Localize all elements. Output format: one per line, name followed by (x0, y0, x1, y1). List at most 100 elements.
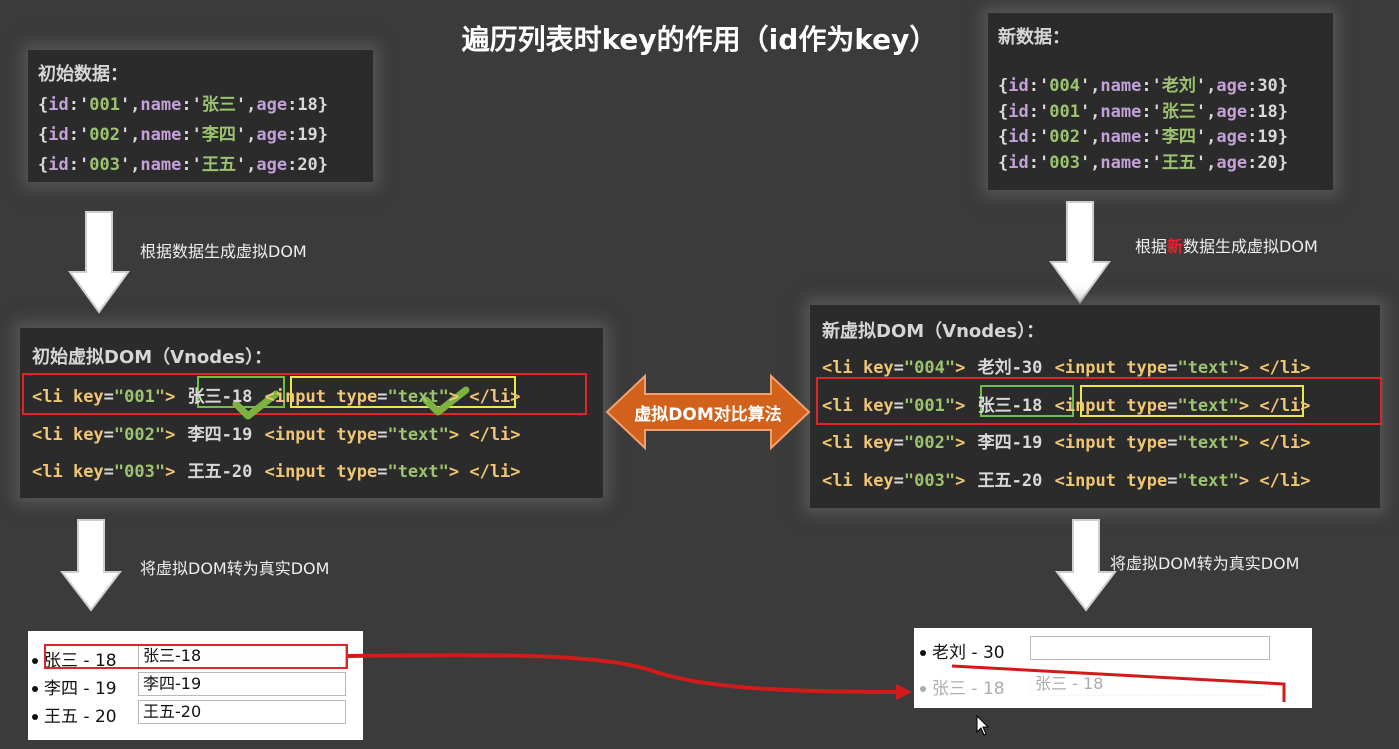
code-token: <li (32, 387, 73, 407)
data-object-line: {id:'004',name:'老刘',age:30} (998, 71, 1288, 96)
data-id: 003 (89, 155, 120, 175)
vnode-line: <li key="004"> 老刘-30 <input type="text">… (822, 353, 1311, 378)
code-token: = (893, 395, 904, 416)
code-token: " (944, 358, 956, 378)
code-token: > </li> (448, 424, 521, 445)
cursor-icon (976, 715, 990, 736)
text-input[interactable]: 李四-19 (138, 672, 346, 696)
code-token: " (903, 470, 915, 491)
code-token: :' (68, 125, 90, 145)
data-id: 002 (89, 125, 120, 145)
vnode-line: <li key="003"> 王五-20 <input type="text">… (822, 466, 1311, 491)
code-token: ', (1195, 127, 1217, 147)
code-token: > (955, 358, 976, 378)
down-arrow-icon (68, 211, 130, 314)
code-token: " (154, 424, 166, 445)
code-token: } (1277, 152, 1289, 173)
data-age: 18 (297, 95, 318, 115)
new-vdom-heading: 新虚拟DOM（Vnodes）： (822, 321, 1045, 342)
code-token: age (256, 155, 288, 175)
code-token: "text" (1177, 395, 1239, 416)
code-token: > (165, 424, 186, 445)
code-token: " (154, 462, 166, 482)
vnode-line: <li key="001"> 张三-18 <input type="text">… (32, 382, 521, 407)
code-token: name (140, 125, 182, 145)
code-token: <input (1054, 358, 1127, 378)
code-token: <input (264, 462, 337, 482)
data-name-value: 李四 (1161, 127, 1196, 147)
data-age: 20 (297, 155, 318, 175)
gen-new-prefix: 根据 (1135, 237, 1168, 256)
code-token: " (944, 395, 956, 416)
down-arrow-icon (1055, 519, 1117, 612)
code-token: type (1126, 395, 1168, 416)
data-name-value: 王五 (1161, 152, 1196, 173)
code-token: name (1100, 76, 1142, 96)
code-token: "text" (387, 462, 449, 482)
bullet-icon (32, 686, 38, 692)
code-token: age (1216, 127, 1248, 147)
vnode-key: 002 (124, 424, 155, 445)
new-data-heading: 新数据： (998, 27, 1070, 48)
code-token: :' (68, 95, 90, 115)
left-real-dom-panel: 张三 - 18 张三-18 李四 - 19 李四-19 王五 - 20 王五-20 (28, 631, 363, 740)
code-token: "text" (387, 424, 449, 445)
code-token: ', (119, 155, 141, 175)
code-token: age (1216, 152, 1248, 173)
code-token: type (1126, 358, 1168, 378)
data-id: 004 (1049, 76, 1080, 96)
data-object-line: {id:'002',name:'李四',age:19} (998, 122, 1288, 147)
code-token: :' (1141, 76, 1162, 96)
vnode-text: 张三-18 (187, 387, 253, 407)
code-token: ', (235, 95, 257, 115)
to-real-right-label: 将虚拟DOM转为真实DOM (1110, 554, 1300, 573)
code-token: ', (1079, 152, 1101, 173)
text-input[interactable]: 王五-20 (138, 700, 346, 724)
code-token: :' (1028, 127, 1050, 147)
code-token: "text" (1177, 470, 1239, 491)
code-token: { (38, 125, 49, 145)
vnode-key: 003 (914, 470, 945, 491)
data-object-line: {id:'003',name:'王五',age:20} (998, 148, 1288, 173)
code-token: :' (1028, 152, 1050, 173)
code-token: > (955, 395, 976, 416)
code-token: ', (1079, 101, 1101, 122)
data-age: 19 (297, 125, 318, 145)
code-token: id (1008, 76, 1029, 96)
vnode-line: <li key="002"> 李四-19 <input type="text">… (32, 420, 521, 445)
vnode-text: 王五-20 (977, 470, 1043, 491)
vnode-line: <li key="003"> 王五-20 <input type="text">… (32, 457, 521, 482)
initial-vdom-box: 初始虚拟DOM（Vnodes）： <li key="001"> 张三-18 <i… (20, 328, 603, 498)
vnode-line: <li key="001"> 张三-18 <input type="text">… (822, 391, 1311, 416)
data-id: 001 (1049, 101, 1080, 122)
code-token: <li (822, 433, 863, 453)
code-token: ', (1079, 127, 1101, 147)
gen-new-highlight: 新 (1167, 237, 1184, 256)
code-token: :' (181, 95, 202, 115)
code-token: <li (822, 395, 863, 416)
code-token: <input (1054, 395, 1127, 416)
gen-new-suffix: 数据生成虚拟DOM (1183, 237, 1318, 256)
code-token: ', (1079, 76, 1101, 96)
code-token: :' (181, 125, 202, 145)
code-token: name (1100, 152, 1142, 173)
bullet-icon (32, 658, 38, 664)
code-token: { (998, 127, 1009, 147)
code-token: = (103, 424, 114, 445)
code-token: id (1008, 127, 1029, 147)
code-token: } (317, 155, 329, 175)
data-object-line: {id:'003',name:'王五',age:20} (38, 150, 328, 175)
code-token: "text" (387, 387, 449, 407)
vnode-key: 004 (914, 358, 945, 378)
to-real-left-label: 将虚拟DOM转为真实DOM (140, 559, 330, 578)
code-token: : (287, 95, 298, 115)
code-token: key (862, 395, 894, 416)
highlight-row-red (44, 644, 348, 669)
code-token: = (103, 462, 114, 482)
bullet-icon (32, 714, 38, 720)
code-token: = (377, 424, 388, 445)
data-age: 19 (1257, 127, 1278, 147)
